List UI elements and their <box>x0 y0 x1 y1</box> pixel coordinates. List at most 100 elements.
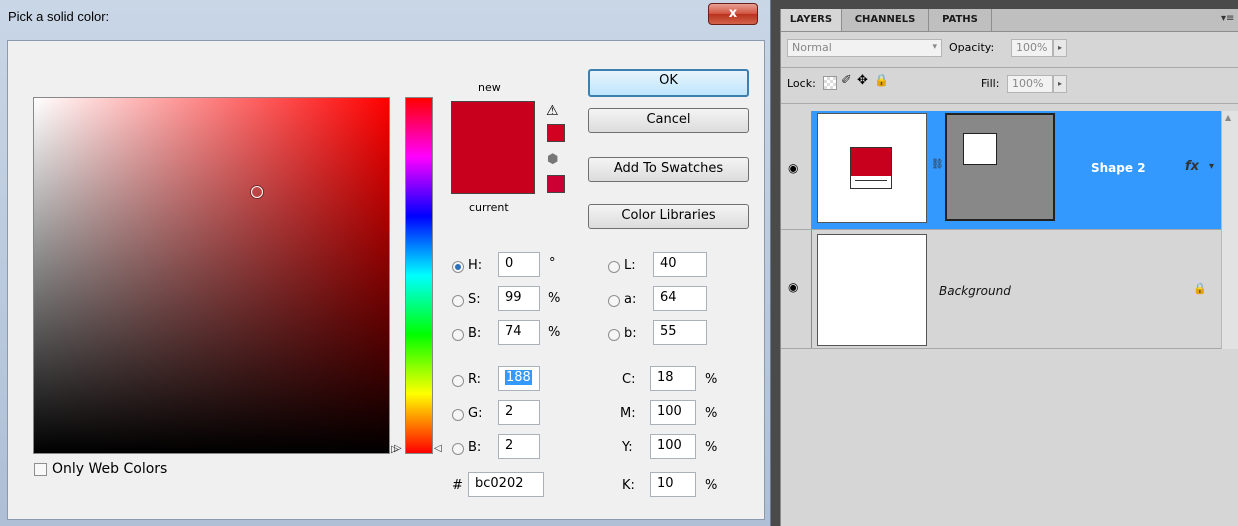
red-label: R: <box>468 372 482 387</box>
color-picker-dialog: Pick a solid color: x ▷ ▷ ◁ new current … <box>0 0 771 526</box>
web-safe-warning-icon[interactable]: ⬢ <box>547 152 558 167</box>
blend-mode-select[interactable]: Normal ▾ <box>787 39 942 57</box>
saturation-label: S: <box>468 292 481 307</box>
only-web-colors-label: Only Web Colors <box>52 461 168 477</box>
only-web-colors-checkbox[interactable] <box>34 463 47 476</box>
a-channel-radio[interactable] <box>608 295 620 307</box>
current-color-swatch[interactable] <box>451 147 535 194</box>
hex-value: bc0202 <box>475 476 524 491</box>
lock-transparent-pixels-icon[interactable] <box>823 76 837 90</box>
fill-slider-button[interactable]: ▸ <box>1053 75 1067 93</box>
color-libraries-button[interactable]: Color Libraries <box>588 204 749 229</box>
red-input[interactable]: 188 <box>498 366 540 391</box>
layer-row-shape-2[interactable]: ◉ ⛓ Shape 2 fx ▾ <box>781 111 1221 230</box>
black-label: K: <box>622 478 635 493</box>
cyan-input[interactable]: 18 <box>650 366 696 391</box>
blend-mode-value: Normal <box>792 41 832 54</box>
hue-slider-right-arrow-icon[interactable]: ◁ <box>434 443 442 454</box>
saturation-brightness-field[interactable] <box>33 97 390 454</box>
brightness-value: 74 <box>505 324 522 339</box>
current-color-label: current <box>469 201 509 214</box>
eye-icon[interactable]: ◉ <box>788 161 798 175</box>
add-to-swatches-button[interactable]: Add To Swatches <box>588 157 749 182</box>
eye-icon[interactable]: ◉ <box>788 280 798 294</box>
green-input[interactable]: 2 <box>498 400 540 425</box>
hue-radio[interactable] <box>452 261 464 273</box>
hex-input[interactable]: bc0202 <box>468 472 544 497</box>
opacity-input[interactable]: 100% <box>1011 39 1053 57</box>
saturation-radio[interactable] <box>452 295 464 307</box>
layer-thumbnail[interactable] <box>817 234 927 346</box>
lock-all-icon[interactable]: 🔒 <box>874 73 889 87</box>
opacity-value: 100% <box>1016 41 1048 54</box>
lightness-value: 40 <box>660 256 677 271</box>
a-channel-label: a: <box>624 292 637 307</box>
swatch-underline <box>855 180 887 181</box>
expand-effects-icon[interactable]: ▾ <box>1209 161 1214 172</box>
brightness-radio[interactable] <box>452 329 464 341</box>
web-safe-correction-swatch[interactable] <box>547 175 565 193</box>
ok-button[interactable]: OK <box>588 69 749 97</box>
layer-thumbnail[interactable] <box>817 113 927 223</box>
new-color-swatch <box>451 101 535 148</box>
lock-image-pixels-icon[interactable]: ✐ <box>841 73 852 88</box>
gamut-correction-swatch[interactable] <box>547 124 565 142</box>
red-radio[interactable] <box>452 375 464 387</box>
yellow-input[interactable]: 100 <box>650 434 696 459</box>
mask-shape <box>963 133 997 165</box>
lightness-radio[interactable] <box>608 261 620 273</box>
fill-color-swatch <box>851 148 891 176</box>
close-button[interactable]: x <box>708 3 758 25</box>
lock-icon: 🔒 <box>1193 282 1207 295</box>
fx-icon[interactable]: fx <box>1185 159 1199 174</box>
magenta-unit: % <box>705 406 718 421</box>
layer-name[interactable]: Background <box>939 284 1011 298</box>
lightness-input[interactable]: 40 <box>653 252 707 277</box>
dialog-title: Pick a solid color: <box>8 9 110 24</box>
blue-radio[interactable] <box>452 443 464 455</box>
visibility-cell[interactable]: ◉ <box>781 230 812 348</box>
panel-tabs: LAYERS CHANNELS PATHS ▾≡ <box>781 9 1238 32</box>
vector-mask-thumbnail[interactable] <box>945 113 1055 221</box>
lock-position-icon[interactable]: ✥ <box>857 73 868 88</box>
opacity-slider-button[interactable]: ▸ <box>1053 39 1067 57</box>
a-channel-value: 64 <box>660 290 677 305</box>
green-radio[interactable] <box>452 409 464 421</box>
divider <box>781 103 1238 104</box>
blue-input[interactable]: 2 <box>498 434 540 459</box>
out-of-gamut-warning-icon[interactable]: ⚠ <box>546 103 559 119</box>
link-icon[interactable]: ⛓ <box>931 159 944 170</box>
layer-row-background[interactable]: ◉ Background 🔒 <box>781 230 1221 349</box>
saturation-input[interactable]: 99 <box>498 286 540 311</box>
brightness-label: B: <box>468 326 482 341</box>
green-value: 2 <box>505 404 514 419</box>
tab-channels[interactable]: CHANNELS <box>842 9 929 31</box>
hue-label: H: <box>468 258 483 273</box>
brightness-input[interactable]: 74 <box>498 320 540 345</box>
magenta-input[interactable]: 100 <box>650 400 696 425</box>
a-channel-input[interactable]: 64 <box>653 286 707 311</box>
hue-slider-left-arrow-icon[interactable]: ▷ <box>394 443 402 454</box>
hue-input[interactable]: 0 <box>498 252 540 277</box>
cancel-button[interactable]: Cancel <box>588 108 749 133</box>
b-channel-radio[interactable] <box>608 329 620 341</box>
tab-layers[interactable]: LAYERS <box>781 9 842 31</box>
panel-menu-icon[interactable]: ▾≡ <box>1221 13 1234 24</box>
b-channel-value: 55 <box>660 324 677 339</box>
black-input[interactable]: 10 <box>650 472 696 497</box>
tab-paths[interactable]: PATHS <box>929 9 992 31</box>
saturation-unit: % <box>548 291 561 306</box>
magenta-label: M: <box>620 406 636 421</box>
yellow-value: 100 <box>657 438 682 453</box>
layers-scrollbar[interactable]: ▲ <box>1221 111 1238 349</box>
lightness-label: L: <box>624 258 636 273</box>
scroll-up-arrow-icon[interactable]: ▲ <box>1225 113 1231 122</box>
lock-label: Lock: <box>787 77 816 90</box>
visibility-cell[interactable]: ◉ <box>781 111 812 229</box>
b-channel-input[interactable]: 55 <box>653 320 707 345</box>
dialog-titlebar[interactable]: Pick a solid color: x <box>0 0 770 32</box>
hue-slider[interactable] <box>405 97 433 454</box>
divider <box>781 67 1238 68</box>
fill-input[interactable]: 100% <box>1007 75 1053 93</box>
layer-name[interactable]: Shape 2 <box>1091 161 1146 175</box>
